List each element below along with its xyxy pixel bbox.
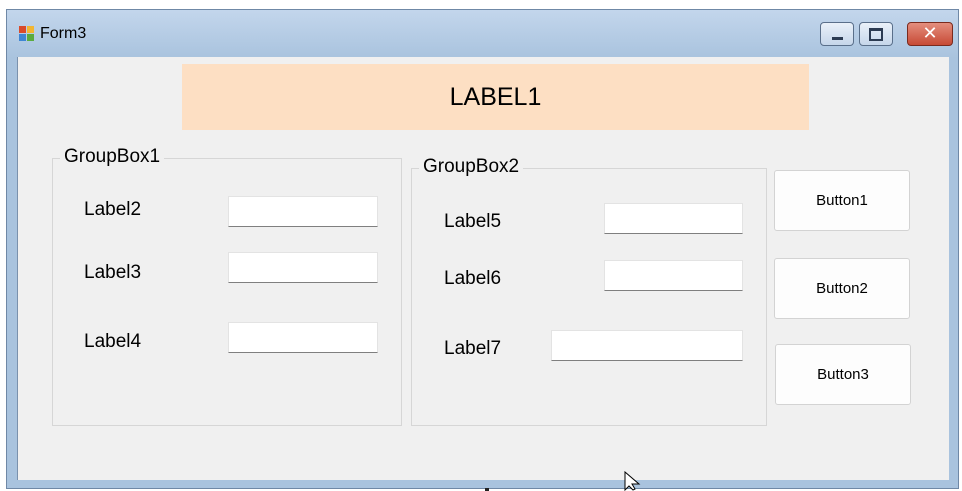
label2: Label2 [84,199,142,220]
label5: Label5 [444,211,502,232]
label4-textbox[interactable] [228,322,378,353]
form-window: Form3 ✕ LABEL1 GroupBox1 Label2 Label3 L… [6,9,959,489]
label3: Label3 [84,262,142,283]
title-bar[interactable]: Form3 ✕ [7,10,958,58]
maximize-button[interactable] [859,22,893,46]
groupbox1-title: GroupBox1 [60,146,165,168]
window-title: Form3 [40,25,87,42]
groupbox2-title: GroupBox2 [419,156,524,178]
label2-textbox[interactable] [228,196,378,227]
close-icon: ✕ [922,23,938,44]
label1-text: LABEL1 [449,82,542,111]
minimize-icon [831,36,843,40]
groupbox2: GroupBox2 Label5 Label6 Label7 [411,156,767,426]
label6-textbox[interactable] [604,260,743,291]
label7-textbox[interactable] [551,330,743,361]
label3-textbox[interactable] [228,252,378,283]
label1-banner: LABEL1 [182,64,809,130]
label4: Label4 [84,331,142,352]
label6: Label6 [444,268,502,289]
mouse-cursor-icon [624,471,641,491]
close-button[interactable]: ✕ [907,22,953,46]
button1[interactable]: Button1 [774,170,910,231]
form-client-area: LABEL1 GroupBox1 Label2 Label3 Label4 Gr… [17,57,949,480]
button2[interactable]: Button2 [774,258,910,319]
label5-textbox[interactable] [604,203,743,234]
minimize-button[interactable] [820,22,854,46]
label7: Label7 [444,338,502,359]
form-icon [19,26,35,42]
groupbox1: GroupBox1 Label2 Label3 Label4 [52,146,402,426]
button3[interactable]: Button3 [775,344,911,405]
maximize-icon [869,27,883,41]
